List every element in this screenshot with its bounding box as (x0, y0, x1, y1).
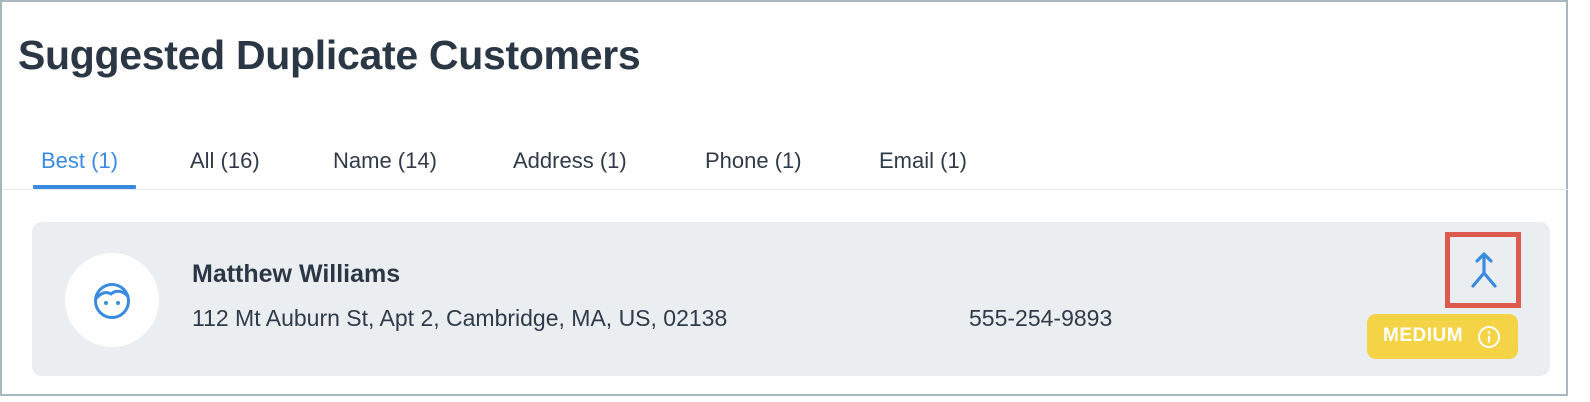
avatar (65, 253, 159, 347)
active-tab-indicator (33, 185, 136, 189)
tab-phone[interactable]: Phone (1) (705, 148, 802, 189)
tab-name[interactable]: Name (14) (333, 148, 437, 189)
merge-icon (1471, 252, 1497, 288)
duplicate-customer-card: Matthew Williams 112 Mt Auburn St, Apt 2… (32, 222, 1550, 376)
customer-phone: 555-254-9893 (969, 305, 1113, 331)
dialog-frame: Suggested Duplicate Customers Best (1) A… (0, 0, 1568, 396)
page-title: Suggested Duplicate Customers (18, 32, 641, 78)
customer-address: 112 Mt Auburn St, Apt 2, Cambridge, MA, … (192, 305, 728, 331)
info-icon[interactable] (1477, 325, 1501, 349)
customer-name: Matthew Williams (192, 260, 401, 288)
tab-address[interactable]: Address (1) (513, 148, 627, 189)
tab-bar: Best (1) All (16) Name (14) Address (1) … (2, 142, 1568, 190)
face-icon (94, 283, 130, 319)
match-level-badge: MEDIUM (1367, 314, 1518, 359)
tab-best[interactable]: Best (1) (41, 148, 118, 189)
merge-button[interactable] (1445, 232, 1521, 308)
tab-all[interactable]: All (16) (190, 148, 260, 189)
tab-email[interactable]: Email (1) (879, 148, 967, 189)
match-level-label: MEDIUM (1383, 325, 1464, 346)
